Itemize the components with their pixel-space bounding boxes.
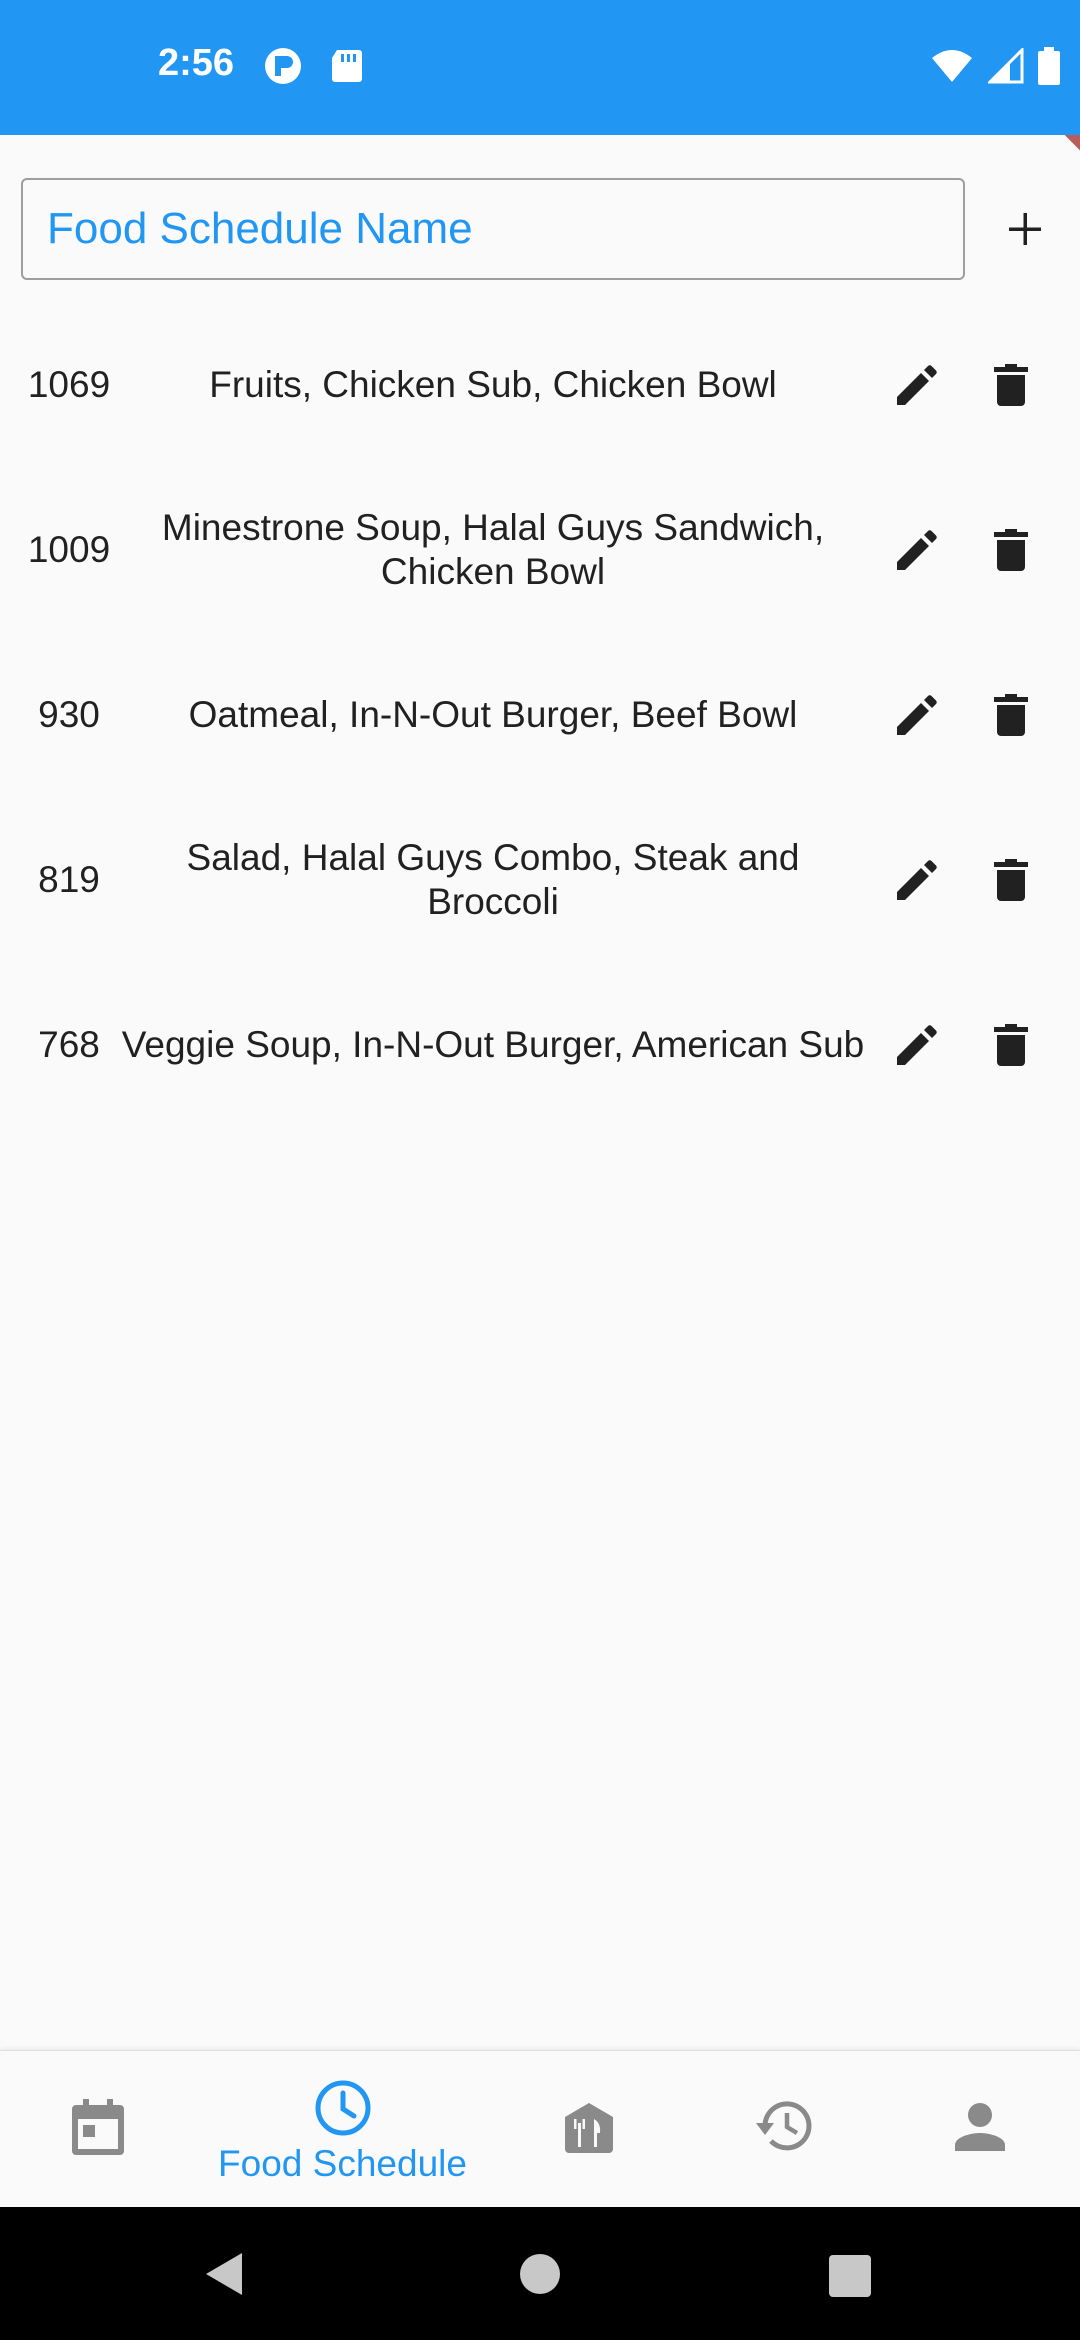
wifi-icon (932, 50, 972, 82)
nav-item-restaurant[interactable] (489, 2051, 685, 2208)
edit-schedule-button[interactable] (877, 840, 957, 920)
schedule-meals: Salad, Halal Guys Combo, Steak and Brocc… (186, 837, 800, 922)
bottom-navigation: Food Schedule (0, 2050, 1080, 2207)
nav-item-food-schedule[interactable]: Food Schedule (196, 2051, 489, 2208)
schedule-row: 768 Veggie Soup, In-N-Out Burger, America… (0, 970, 1080, 1120)
schedule-row: 1009 Minestrone Soup, Halal Guys Sandwich… (0, 475, 1080, 625)
delete-schedule-button[interactable] (971, 675, 1051, 755)
nav-label-food-schedule: Food Schedule (218, 2143, 467, 2184)
pencil-icon (897, 860, 937, 900)
delete-schedule-button[interactable] (971, 510, 1051, 590)
edit-schedule-button[interactable] (877, 510, 957, 590)
nav-item-profile[interactable] (881, 2051, 1080, 2208)
nav-item-history[interactable] (685, 2051, 881, 2208)
notification-p-icon (265, 48, 301, 84)
history-icon (756, 2101, 812, 2151)
delete-schedule-button[interactable] (971, 345, 1051, 425)
delete-schedule-button[interactable] (971, 840, 1051, 920)
pencil-icon (897, 695, 937, 735)
trash-icon (994, 364, 1028, 406)
edit-schedule-button[interactable] (877, 1005, 957, 1085)
schedule-meals: Oatmeal, In-N-Out Burger, Beef Bowl (188, 694, 798, 735)
trash-icon (994, 694, 1028, 736)
schedule-row: 930 Oatmeal, In-N-Out Burger, Beef Bowl (0, 640, 1080, 790)
clock-icon (315, 2080, 371, 2136)
sd-card-icon (332, 50, 362, 82)
battery-icon (1038, 47, 1060, 85)
cell-signal-icon (988, 48, 1024, 84)
home-icon[interactable] (519, 2253, 561, 2295)
pencil-icon (897, 365, 937, 405)
trash-icon (994, 529, 1028, 571)
schedule-meals: Fruits, Chicken Sub, Chicken Bowl (209, 364, 777, 405)
schedule-meals: Minestrone Soup, Halal Guys Sandwich, Ch… (161, 507, 825, 592)
status-bar: 2:56 (0, 0, 1080, 135)
schedule-form (0, 178, 1080, 280)
trash-icon (994, 859, 1028, 901)
calendar-icon (72, 2099, 124, 2155)
plus-icon (1009, 213, 1041, 245)
recents-icon[interactable] (829, 2255, 871, 2297)
restaurant-icon (565, 2103, 613, 2153)
debug-banner (1050, 135, 1080, 165)
schedule-row: 1069 Fruits, Chicken Sub, Chicken Bowl (0, 310, 1080, 460)
edit-schedule-button[interactable] (877, 345, 957, 425)
nav-item-calendar[interactable] (0, 2051, 196, 2208)
delete-schedule-button[interactable] (971, 1005, 1051, 1085)
schedule-row: 819 Salad, Halal Guys Combo, Steak and Br… (0, 805, 1080, 955)
pencil-icon (897, 1025, 937, 1065)
add-schedule-button[interactable] (980, 184, 1070, 274)
edit-schedule-button[interactable] (877, 675, 957, 755)
person-icon (955, 2103, 1005, 2151)
schedule-meals: Veggie Soup, In-N-Out Burger, American S… (121, 1024, 865, 1065)
schedule-name-input[interactable] (21, 178, 965, 280)
status-time: 2:56 (158, 42, 235, 84)
trash-icon (994, 1024, 1028, 1066)
system-navigation-bar (0, 2207, 1080, 2340)
back-icon[interactable] (202, 2251, 248, 2297)
pencil-icon (897, 530, 937, 570)
